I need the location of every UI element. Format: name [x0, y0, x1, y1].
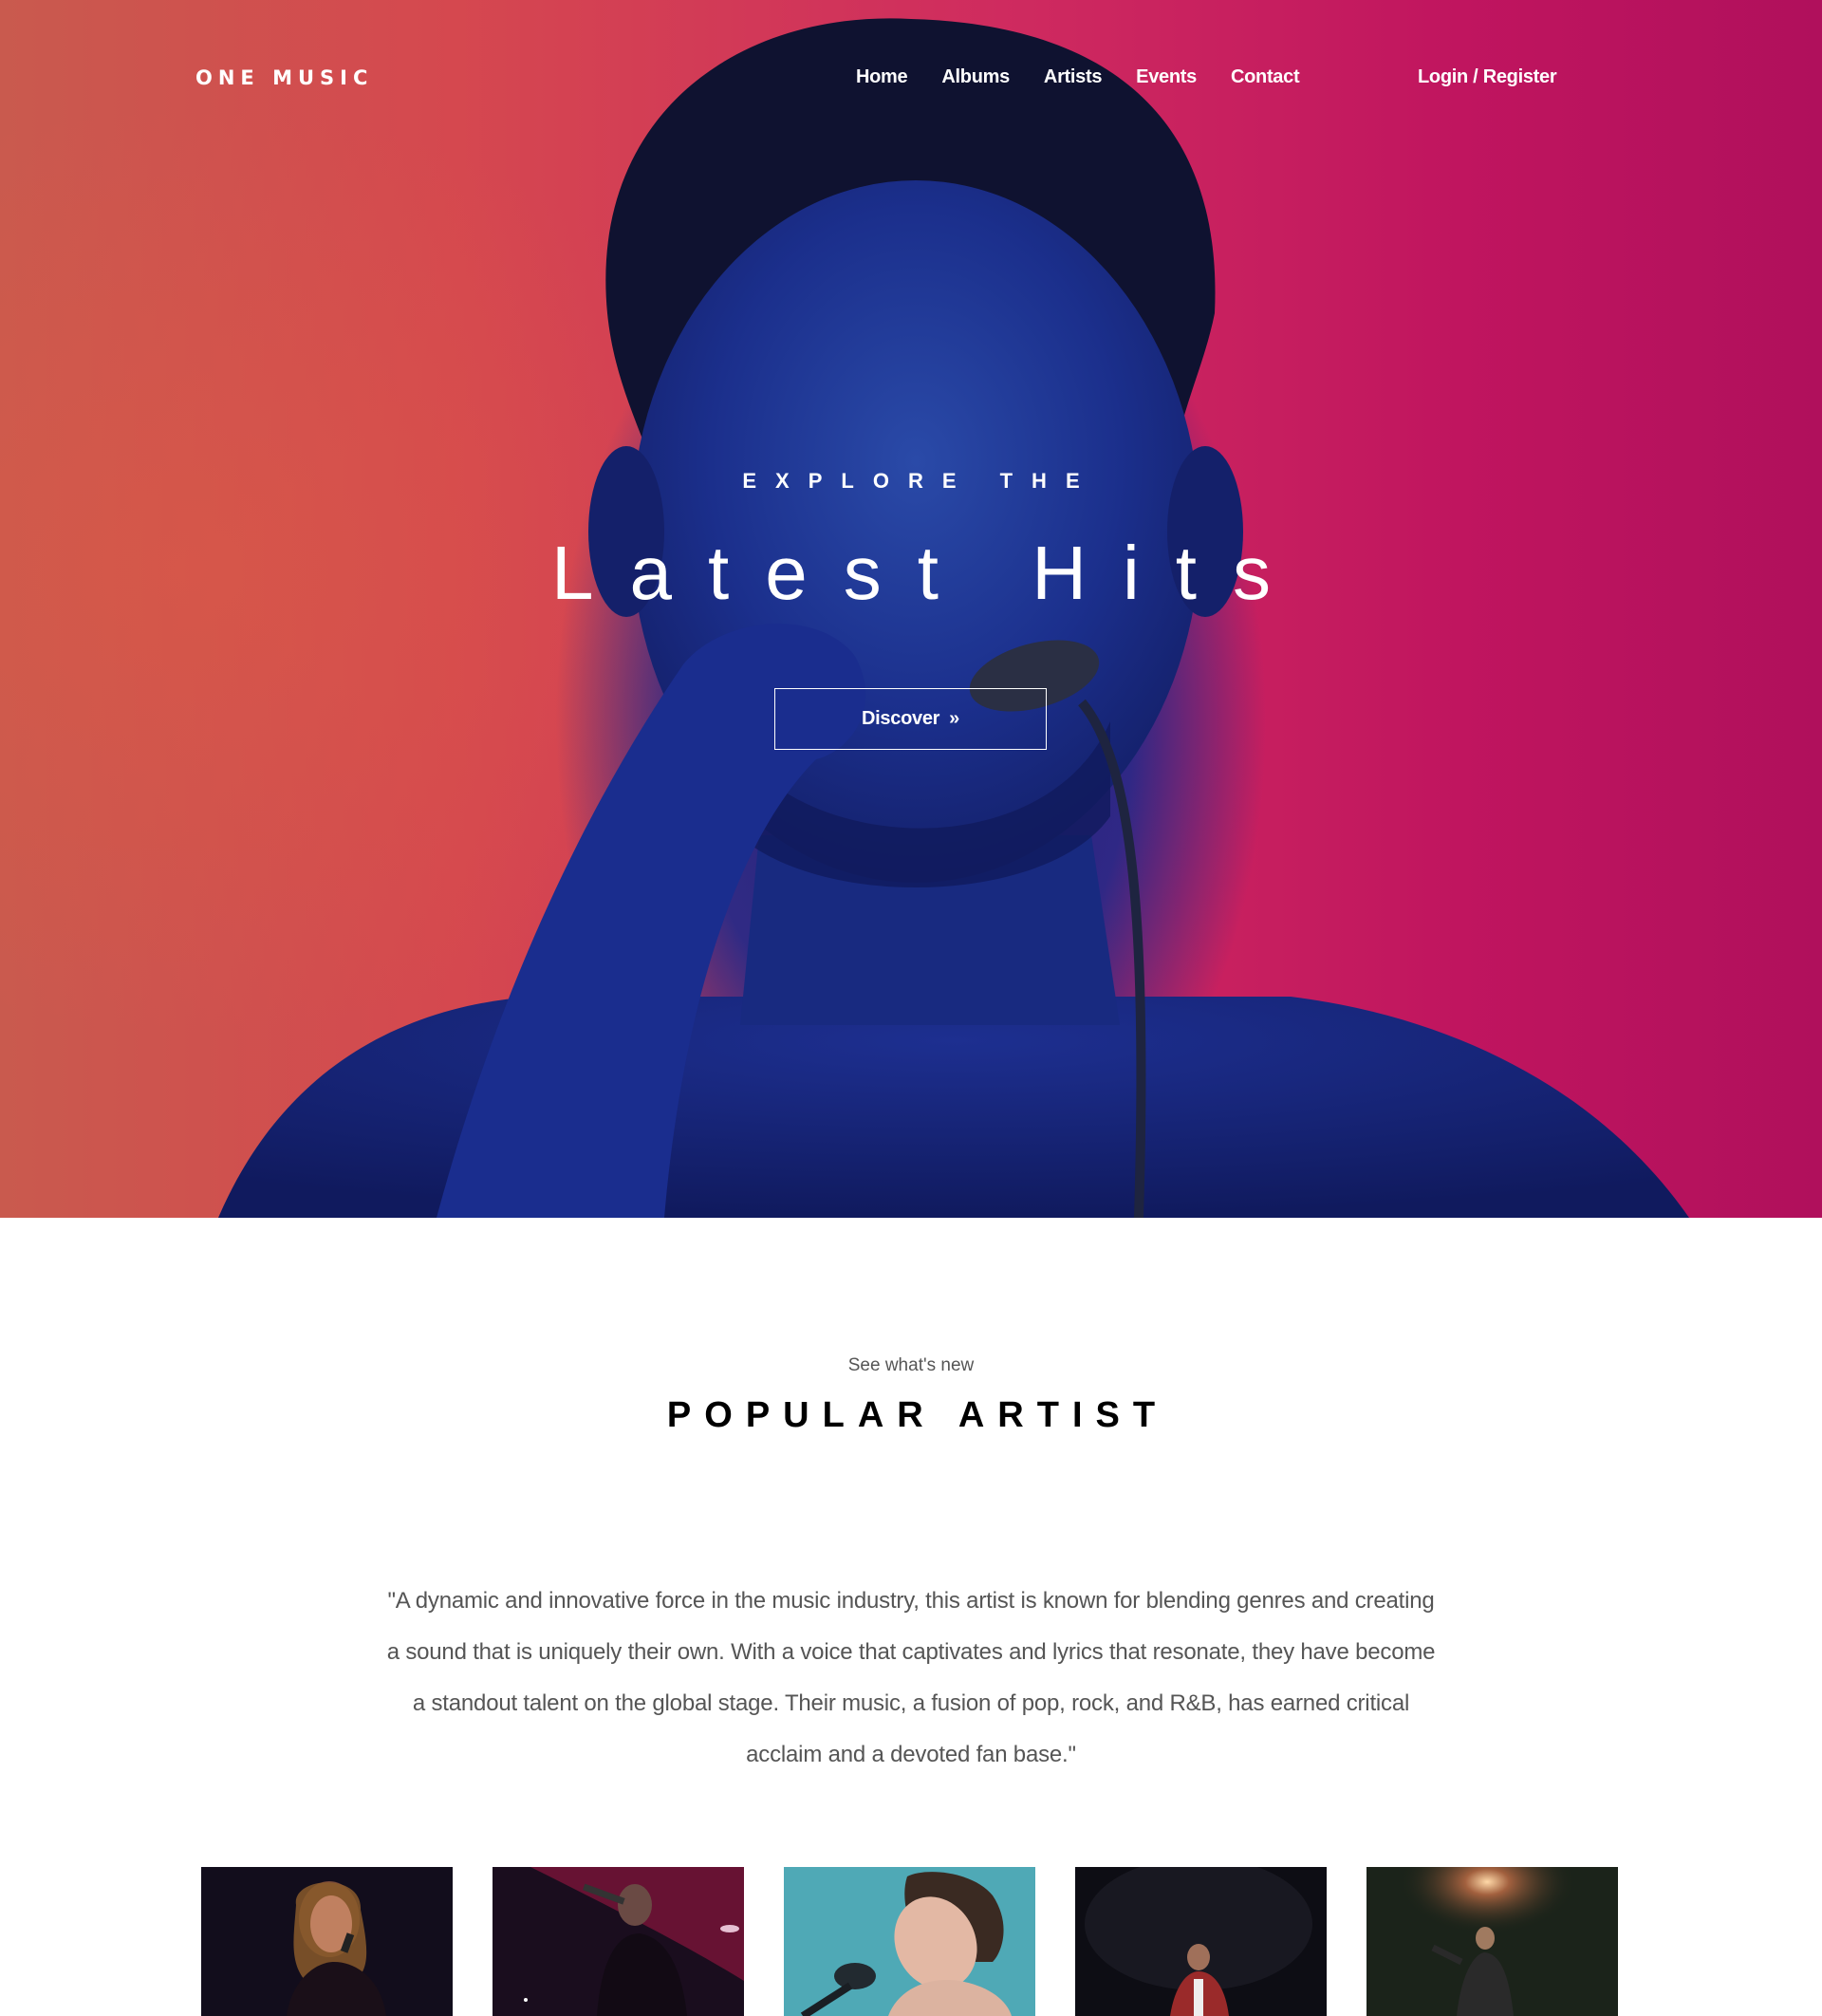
hero-eyebrow: EXPLORE THE [742, 469, 1099, 493]
artist-grid [201, 1867, 1621, 2016]
discover-button[interactable]: Discover » [774, 688, 1047, 750]
guitarist-dark-stage-photo [1075, 1867, 1327, 2016]
main-nav: Home Albums Artists Events Contact [856, 66, 1333, 88]
artist-card[interactable] [1366, 1867, 1618, 2016]
login-register-link[interactable]: Login / Register [1418, 66, 1557, 88]
nav-albums[interactable]: Albums [941, 66, 1010, 88]
nav-contact[interactable]: Contact [1231, 66, 1300, 88]
nav-home[interactable]: Home [856, 66, 908, 88]
hero-title: Latest Hits [551, 531, 1307, 615]
nav-artists[interactable]: Artists [1044, 66, 1103, 88]
rapper-red-stage-photo [493, 1867, 744, 2016]
artist-card[interactable] [784, 1867, 1035, 2016]
artist-quote: "A dynamic and innovative force in the m… [386, 1588, 1436, 1767]
female-singer-photo [201, 1867, 453, 2016]
performer-spotlight-photo [1366, 1867, 1618, 2016]
artist-card[interactable] [1075, 1867, 1327, 2016]
section-title: POPULAR ARTIST [666, 1395, 1169, 1435]
site-logo[interactable]: ONE MUSIC [195, 66, 373, 89]
nav-events[interactable]: Events [1136, 66, 1197, 88]
artist-card[interactable] [493, 1867, 744, 2016]
section-subheading: See what's new [847, 1355, 975, 1375]
artist-card[interactable] [201, 1867, 453, 2016]
double-chevron-right-icon: » [949, 708, 959, 729]
hero-banner: ONE MUSIC Home Albums Artists Events Con… [0, 0, 1822, 1218]
discover-label: Discover [862, 708, 940, 729]
singer-teal-backdrop-photo [784, 1867, 1035, 2016]
